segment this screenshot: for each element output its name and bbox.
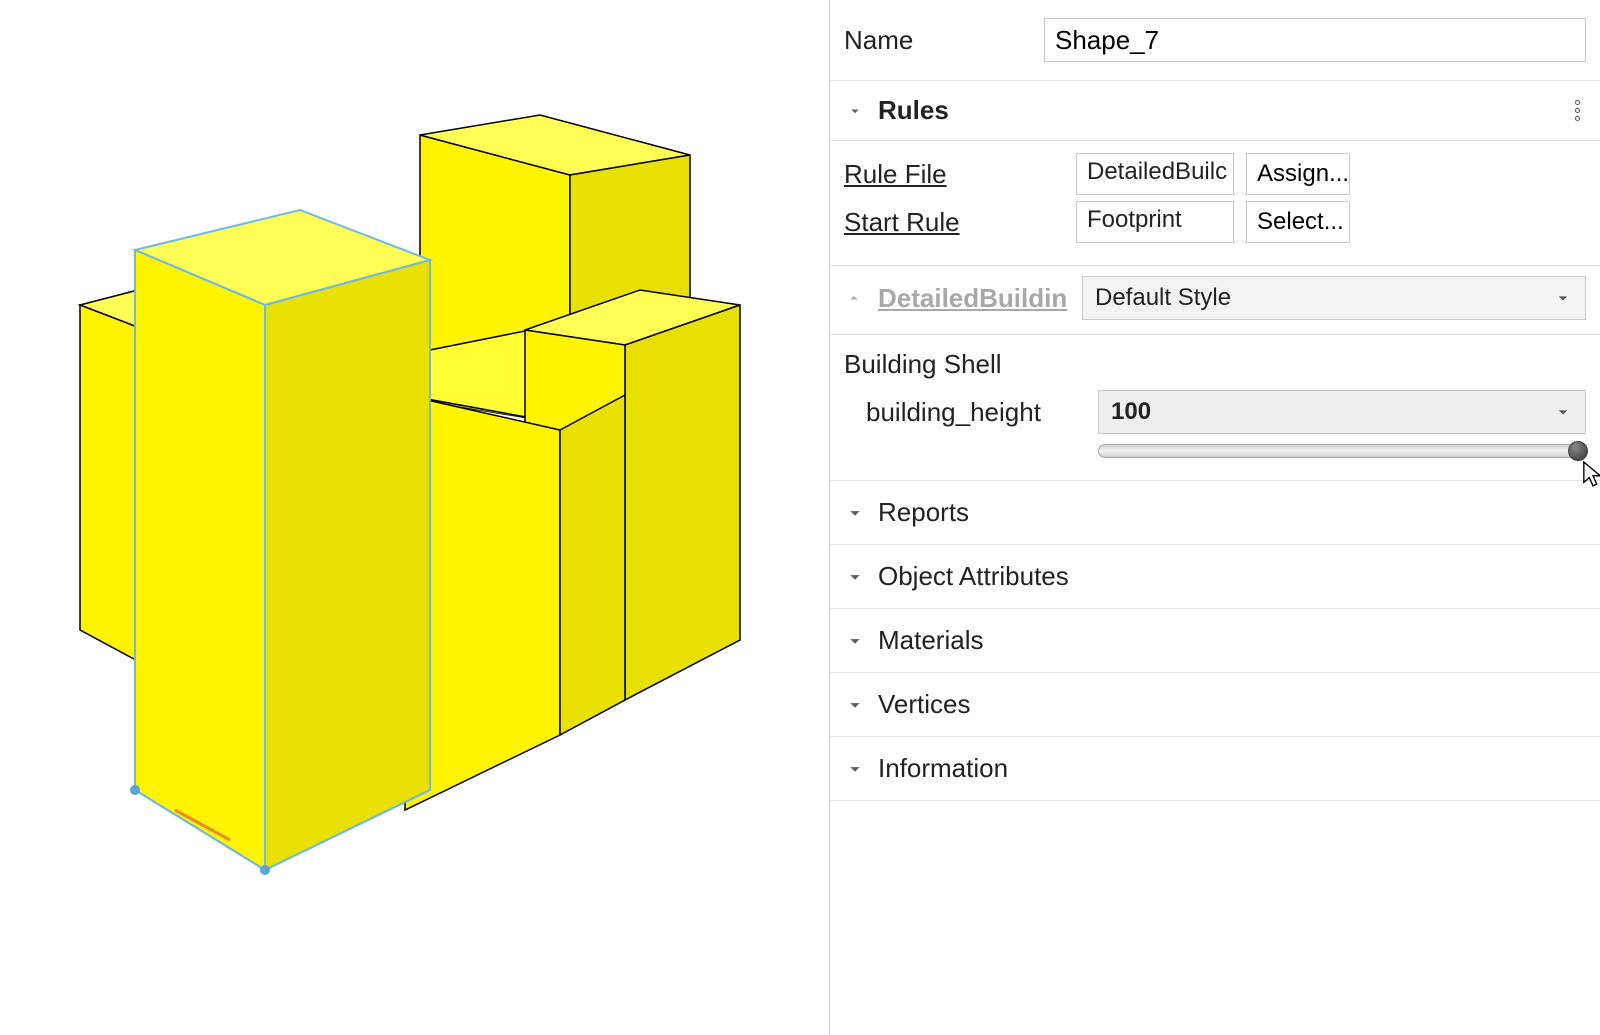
select-button[interactable]: Select...: [1246, 201, 1350, 243]
attr-block: Building Shell building_height 100: [830, 335, 1600, 481]
style-select-value: Default Style: [1095, 284, 1231, 312]
inspector-panel: Name Rules Rule File DetailedBuilc Assig…: [830, 0, 1600, 1035]
slider-track[interactable]: [1098, 444, 1586, 458]
slider-thumb[interactable]: [1568, 441, 1588, 461]
section-reports[interactable]: Reports: [830, 481, 1600, 545]
building-block-selected[interactable]: [130, 210, 430, 875]
section-materials[interactable]: Materials: [830, 609, 1600, 673]
chevron-up-icon: [844, 100, 866, 122]
chevron-down-icon: [844, 566, 866, 588]
chevron-down-icon: [844, 694, 866, 716]
assign-button[interactable]: Assign...: [1246, 153, 1350, 195]
rule-file-label[interactable]: Rule File: [844, 159, 1064, 190]
chevron-up-icon: [844, 288, 864, 308]
section-object-attributes[interactable]: Object Attributes: [830, 545, 1600, 609]
section-vertices[interactable]: Vertices: [830, 673, 1600, 737]
section-rules-header[interactable]: Rules: [830, 81, 1600, 141]
rule-file-value[interactable]: DetailedBuilc: [1076, 153, 1234, 195]
section-rules-title: Rules: [878, 95, 949, 126]
attr-name-building-height: building_height: [844, 397, 1084, 428]
attr-value-building-height[interactable]: 100: [1098, 390, 1586, 434]
attr-group-label: Building Shell: [844, 349, 1586, 380]
building-height-slider[interactable]: [1098, 444, 1586, 462]
detailed-building-link[interactable]: DetailedBuildin: [878, 283, 1068, 314]
style-select[interactable]: Default Style: [1082, 276, 1586, 320]
name-row: Name: [830, 0, 1600, 81]
chevron-down-icon: [1553, 288, 1573, 308]
section-information[interactable]: Information: [830, 737, 1600, 801]
style-row: DetailedBuildin Default Style: [830, 266, 1600, 335]
start-rule-label[interactable]: Start Rule: [844, 207, 1064, 238]
start-rule-value[interactable]: Footprint: [1076, 201, 1234, 243]
building-block-mid: [405, 395, 625, 810]
name-label: Name: [844, 25, 1044, 56]
more-options-icon[interactable]: [1575, 100, 1586, 121]
chevron-down-icon: [1553, 402, 1573, 422]
3d-viewport[interactable]: [0, 0, 830, 1035]
name-input[interactable]: [1044, 18, 1586, 62]
rules-body: Rule File DetailedBuilc Assign... Start …: [830, 141, 1600, 266]
chevron-down-icon: [844, 502, 866, 524]
chevron-down-icon: [844, 758, 866, 780]
chevron-down-icon: [844, 630, 866, 652]
